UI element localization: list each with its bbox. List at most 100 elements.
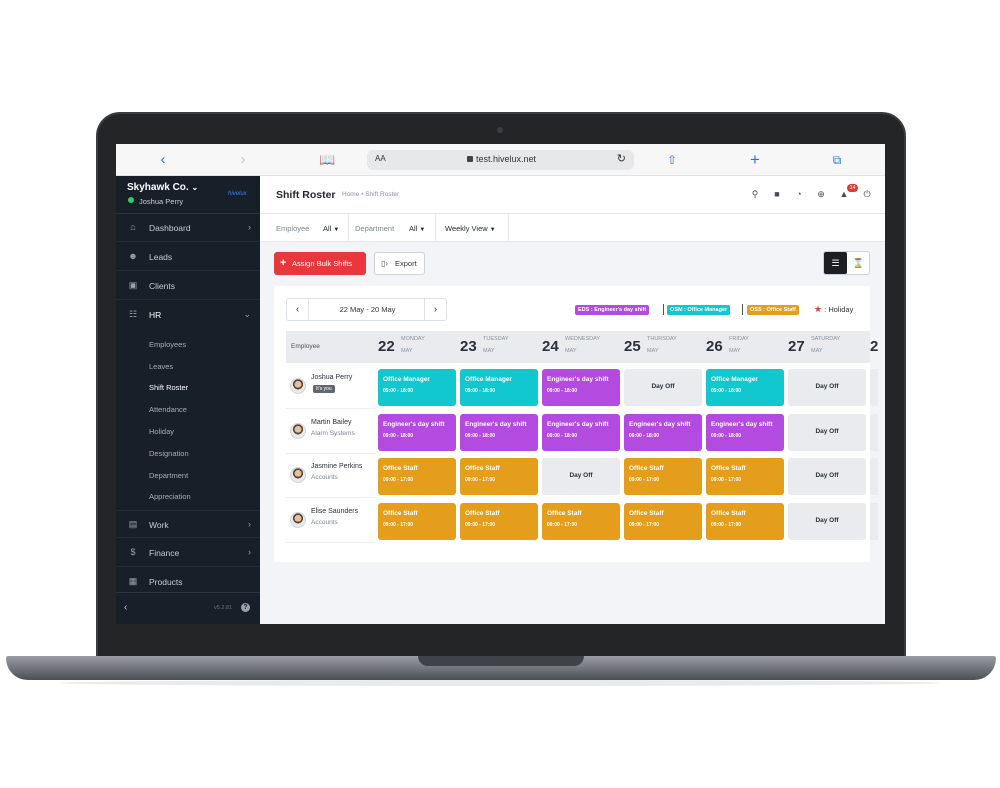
shift-cell[interactable]: Day Off <box>788 458 866 495</box>
collapse-sidebar-icon[interactable]: ‹ <box>124 602 127 613</box>
shift-cell[interactable]: Office Staff 09:00 - 17:00 <box>542 502 620 540</box>
shift-cell[interactable]: Engineer's day shift 09:00 - 18:00 <box>706 413 784 451</box>
shift-cell-partial[interactable] <box>870 502 878 540</box>
shift-hours: 09:00 - 18:00 <box>629 432 660 439</box>
shift-cell[interactable]: Day Off <box>624 369 702 406</box>
assign-bulk-shifts-button[interactable]: + Assign Bulk Shifts <box>274 252 366 275</box>
shift-cell[interactable]: Engineer's day shift 09:00 - 18:00 <box>378 413 456 451</box>
shift-cell[interactable]: Office Staff 09:00 - 17:00 <box>624 458 702 495</box>
export-button[interactable]: ▯› Export <box>374 252 425 275</box>
shift-cell[interactable]: Office Manager 09:00 - 18:00 <box>378 369 456 406</box>
employee-name[interactable]: Martin Bailey <box>311 419 351 426</box>
sidebar-item-dashboard[interactable]: ⌂ Dashboard › <box>116 214 260 242</box>
day-column-header: 26 FRIDAY MAY <box>702 331 784 363</box>
text-size-button[interactable]: AA <box>375 154 386 163</box>
users-icon: ☷ <box>128 309 138 319</box>
back-icon[interactable]: ‹ <box>156 150 170 170</box>
shift-cell-partial[interactable] <box>870 413 878 451</box>
chevron-right-icon: › <box>248 222 251 232</box>
main-content: Shift Roster Home • Shift Roster ⚲ ■ ◔ ⊕… <box>260 176 885 624</box>
shift-cell[interactable]: Office Staff 09:00 - 17:00 <box>460 458 538 495</box>
breadcrumb[interactable]: Home • Shift Roster <box>342 191 399 198</box>
new-tab-icon[interactable]: + <box>748 150 762 170</box>
shift-cell[interactable]: Engineer's day shift 09:00 - 18:00 <box>542 369 620 406</box>
employee-name[interactable]: Jasmine Perkins <box>311 463 362 470</box>
sidebar-subitem-employees[interactable]: Employees <box>149 340 186 349</box>
screen: ‹ › 📖 AA test.hivelux.net ↻ ⇧ + ⧉ Skyhaw… <box>116 144 885 624</box>
shift-cell[interactable]: Office Manager 09:00 - 18:00 <box>460 369 538 406</box>
clock-icon[interactable]: ◔ <box>793 188 805 200</box>
week-range[interactable]: 22 May - 20 May <box>309 305 426 314</box>
shift-title: Engineer's day shift <box>547 420 609 428</box>
share-icon[interactable]: ⇧ <box>665 150 679 170</box>
shift-cell-partial[interactable] <box>870 369 878 406</box>
shift-hours: 09:00 - 18:00 <box>383 388 414 394</box>
list-view-icon[interactable]: ☰ <box>824 252 847 274</box>
shift-cell[interactable]: Office Staff 09:00 - 17:00 <box>624 502 702 540</box>
shift-cell[interactable]: Engineer's day shift 09:00 - 18:00 <box>542 413 620 451</box>
shift-cell[interactable]: Office Staff 09:00 - 17:00 <box>460 502 538 540</box>
sidebar-item-work[interactable]: ▤ Work › <box>116 510 260 538</box>
shift-cell[interactable]: Office Staff 09:00 - 17:00 <box>378 458 456 495</box>
sidebar-subitem-holiday[interactable]: Holiday <box>149 427 174 436</box>
employee-name[interactable]: Elise Saunders <box>311 508 358 515</box>
address-bar[interactable]: AA test.hivelux.net ↻ <box>367 150 634 170</box>
sidebar-subitem-attendance[interactable]: Attendance <box>149 405 187 414</box>
hourglass-icon[interactable]: ⌛ <box>847 252 870 274</box>
forward-icon[interactable]: › <box>236 150 250 170</box>
help-icon[interactable]: ? <box>241 603 250 612</box>
legend-divider <box>663 304 664 315</box>
shift-cell[interactable]: Day Off <box>788 413 866 451</box>
day-name: MONDAY <box>401 336 425 342</box>
shift-cell[interactable]: Day Off <box>542 458 620 495</box>
sidebar-item-leads[interactable]: ☻ Leads <box>116 243 260 271</box>
sidebar-item-finance[interactable]: $ Finance › <box>116 539 260 567</box>
employee-row[interactable]: Jasmine Perkins Accounts <box>286 454 376 498</box>
company-name: Skyhawk Co. ⌄ <box>127 182 199 193</box>
next-week-icon[interactable]: › <box>424 299 446 320</box>
power-icon[interactable]: ⏻ <box>861 188 873 200</box>
sidebar-subitem-department[interactable]: Department <box>149 471 188 480</box>
page-header: Shift Roster Home • Shift Roster ⚲ ■ ◔ ⊕… <box>260 176 885 214</box>
shift-cell[interactable]: Office Staff 09:00 - 17:00 <box>378 502 456 540</box>
sticky-note-icon[interactable]: ■ <box>771 188 783 200</box>
shift-hours: 09:00 - 17:00 <box>465 521 496 528</box>
employee-row[interactable]: Elise Saunders Accounts <box>286 499 376 543</box>
previous-week-icon[interactable]: ‹ <box>287 299 309 320</box>
bookmarks-icon[interactable]: 📖 <box>319 150 335 170</box>
sidebar-item-hr[interactable]: ☷ HR ⌄ <box>116 301 260 329</box>
employee-row[interactable]: Martin Bailey Alarm Systems <box>286 410 376 454</box>
shift-cell[interactable]: Day Off <box>788 369 866 406</box>
employee-filter-select[interactable]: All ▼ <box>323 224 339 233</box>
sidebar-item-clients[interactable]: ▣ Clients <box>116 272 260 300</box>
shift-hours: 09:00 - 18:00 <box>711 388 742 394</box>
employee-name[interactable]: Joshua Perry <box>311 374 352 381</box>
shift-title: Engineer's day shift <box>711 420 773 428</box>
sidebar-footer: ‹ v5.2.81 ? <box>116 592 260 624</box>
export-icon: ▯› <box>381 259 389 268</box>
department-filter-select[interactable]: All ▼ <box>409 224 425 233</box>
shift-cell[interactable]: Engineer's day shift 09:00 - 18:00 <box>460 413 538 451</box>
add-circle-icon[interactable]: ⊕ <box>815 188 827 200</box>
shift-cell-partial[interactable] <box>870 458 878 495</box>
shift-cell[interactable]: Day Off <box>788 502 866 540</box>
sidebar-subitem-appreciation[interactable]: Appreciation <box>149 492 191 501</box>
sidebar-subitem-shift-roster[interactable]: Shift Roster <box>149 383 188 392</box>
employee-row[interactable]: Joshua Perry It's you <box>286 365 376 409</box>
search-icon[interactable]: ⚲ <box>749 188 761 200</box>
sidebar-subitem-designation[interactable]: Designation <box>149 449 189 458</box>
view-select[interactable]: Weekly View ▼ <box>445 224 496 233</box>
tabs-icon[interactable]: ⧉ <box>830 150 844 170</box>
sidebar-subitem-leaves[interactable]: Leaves <box>149 362 173 371</box>
shift-title: Office Staff <box>383 509 418 517</box>
sidebar-item-label: Dashboard <box>149 223 191 233</box>
legend-divider <box>742 304 743 315</box>
shift-cell[interactable]: Office Manager 09:00 - 18:00 <box>706 369 784 406</box>
day-number: 2 <box>870 338 879 355</box>
reload-icon[interactable]: ↻ <box>617 152 626 165</box>
shift-cell[interactable]: Office Staff 09:00 - 17:00 <box>706 458 784 495</box>
shift-cell[interactable]: Engineer's day shift 09:00 - 18:00 <box>624 413 702 451</box>
company-switcher[interactable]: Skyhawk Co. ⌄ Joshua Perry hivelux <box>116 176 260 214</box>
shift-cell[interactable]: Office Staff 09:00 - 17:00 <box>706 502 784 540</box>
shift-hours: 09:00 - 18:00 <box>547 388 578 394</box>
